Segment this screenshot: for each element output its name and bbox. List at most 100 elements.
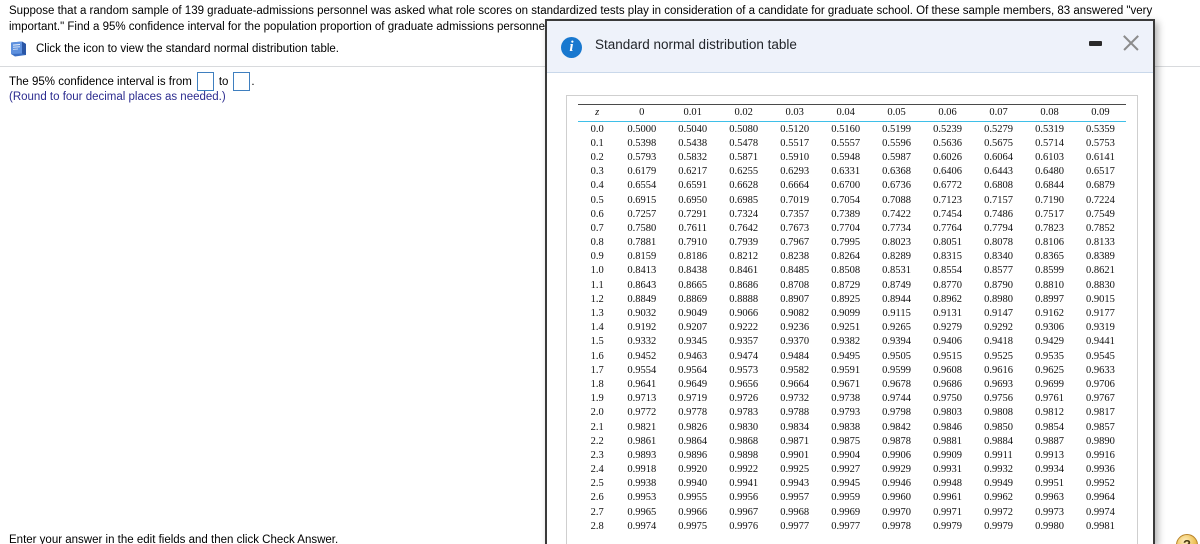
close-icon[interactable] [1119,31,1143,55]
answer-period: . [251,75,255,88]
z-table-body: 0.0 0.5000 0.5040 0.5080 0.5120 0.5160 0.5199 0… [578,122,1126,534]
probability-cell: 0.9382 [831,336,861,348]
probability-cell: 0.6103 [1035,151,1064,163]
probability-cell: 0.9495 [831,350,861,362]
probability-cell: 0.9931 [933,464,962,476]
z-value-cell: 2.8 [590,520,604,532]
probability-cell: 0.8708 [780,279,810,291]
probability-cell: 0.8238 [780,251,810,263]
probability-cell: 0.9778 [678,407,708,419]
probability-cell: 0.6700 [831,180,861,192]
z-table-row: 1.0 0.8413 0.8438 0.8461 0.8485 0.8508 0.8531 0… [578,264,1126,278]
probability-cell: 0.9979 [984,520,1013,532]
probability-cell: 0.7123 [933,194,962,206]
probability-cell: 0.9854 [1035,421,1064,433]
probability-cell: 0.7291 [678,208,708,220]
probability-cell: 0.9949 [984,478,1013,490]
probability-cell: 0.9808 [984,407,1013,419]
probability-cell: 0.5987 [882,151,912,163]
probability-cell: 0.8729 [831,279,861,291]
probability-cell: 0.9945 [831,478,861,490]
lower-bound-input[interactable] [196,72,214,91]
probability-cell: 0.6293 [780,166,810,178]
probability-cell: 0.8461 [729,265,759,277]
help-icon[interactable]: ? [1176,534,1198,544]
probability-cell: 0.5871 [729,151,759,163]
probability-cell: 0.6480 [1035,166,1064,178]
probability-cell: 0.9783 [729,407,759,419]
probability-cell: 0.9162 [1035,308,1064,320]
probability-cell: 0.9948 [933,478,962,490]
probability-cell: 0.9826 [678,421,708,433]
probability-cell: 0.5080 [729,123,759,135]
z-value-cell: 1.1 [590,279,604,291]
z-table-col-header-0.09: 0.09 [1074,104,1126,122]
z-table-row: 0.1 0.5398 0.5438 0.5478 0.5517 0.5557 0.5596 0… [578,136,1126,150]
probability-cell: 0.8577 [984,265,1013,277]
table-link-label[interactable]: Click the icon to view the standard norm… [36,43,339,55]
upper-bound-input[interactable] [233,72,251,91]
probability-cell: 0.7054 [831,194,861,206]
z-table-row: 2.0 0.9772 0.9778 0.9783 0.9788 0.9793 0.9798 0… [578,406,1126,420]
probability-cell: 0.7642 [729,222,759,234]
z-table-row: 2.7 0.9965 0.9966 0.9967 0.9968 0.9969 0.9970 0… [578,505,1126,519]
probability-cell: 0.6985 [729,194,759,206]
bottom-hint-text: Enter your answer in the edit fields and… [9,534,339,544]
standard-normal-table-dialog: i Standard normal distribution table z00… [545,19,1155,544]
probability-cell: 0.9943 [780,478,810,490]
probability-cell: 0.6772 [933,180,962,192]
probability-cell: 0.9713 [627,393,657,405]
probability-cell: 0.6368 [882,166,912,178]
probability-cell: 0.9292 [984,322,1013,334]
probability-cell: 0.9932 [984,464,1013,476]
probability-cell: 0.9951 [1035,478,1064,490]
probability-cell: 0.9793 [831,407,861,419]
probability-cell: 0.9940 [678,478,708,490]
probability-cell: 0.5478 [729,137,759,149]
probability-cell: 0.5359 [1086,123,1115,135]
minimize-icon[interactable] [1084,32,1106,54]
probability-cell: 0.6255 [729,166,759,178]
probability-cell: 0.6331 [831,166,861,178]
probability-cell: 0.8554 [933,265,962,277]
probability-cell: 0.9974 [1086,506,1115,518]
probability-cell: 0.9177 [1086,308,1115,320]
probability-cell: 0.8186 [678,251,708,263]
probability-cell: 0.9941 [729,478,759,490]
z-value-cell: 2.5 [590,478,604,490]
probability-cell: 0.9981 [1086,520,1115,532]
probability-cell: 0.9738 [831,393,861,405]
probability-cell: 0.8212 [729,251,759,263]
probability-cell: 0.9525 [984,350,1013,362]
probability-cell: 0.5319 [1035,123,1064,135]
z-table-row: 1.2 0.8849 0.8869 0.8888 0.8907 0.8925 0.8944 0… [578,292,1126,306]
probability-cell: 0.9319 [1086,322,1115,334]
probability-cell: 0.9929 [882,464,912,476]
z-table-row: 2.4 0.9918 0.9920 0.9922 0.9925 0.9927 0.9929 0… [578,463,1126,477]
probability-cell: 0.9966 [678,506,708,518]
book-icon[interactable] [9,41,28,57]
probability-cell: 0.5199 [882,123,912,135]
probability-cell: 0.5000 [627,123,657,135]
z-table-row: 0.6 0.7257 0.7291 0.7324 0.7357 0.7389 0.7422 0… [578,207,1126,221]
probability-cell: 0.9976 [729,520,759,532]
probability-cell: 0.9616 [984,364,1013,376]
z-table-row: 0.9 0.8159 0.8186 0.8212 0.8238 0.8264 0.8289 0… [578,250,1126,264]
probability-cell: 0.9452 [627,350,657,362]
probability-cell: 0.6664 [780,180,810,192]
probability-cell: 0.9222 [729,322,759,334]
probability-cell: 0.8686 [729,279,759,291]
probability-cell: 0.8830 [1086,279,1115,291]
table-link-row[interactable]: Click the icon to view the standard norm… [9,41,339,57]
probability-cell: 0.9767 [1086,393,1115,405]
probability-cell: 0.9920 [678,464,708,476]
probability-cell: 0.8413 [627,265,657,277]
probability-cell: 0.8438 [678,265,708,277]
probability-cell: 0.9505 [882,350,912,362]
probability-cell: 0.9649 [678,378,708,390]
z-table-row: 0.8 0.7881 0.7910 0.7939 0.7967 0.7995 0.8023 0… [578,236,1126,250]
probability-cell: 0.7673 [780,222,810,234]
probability-cell: 0.8389 [1086,251,1115,263]
z-table-col-header-0: 0 [616,104,668,122]
standard-normal-table: z 0 0.01 0.02 0.03 0.04 0.05 0.06 0.07 0.08 0.09 0… [578,104,1126,533]
